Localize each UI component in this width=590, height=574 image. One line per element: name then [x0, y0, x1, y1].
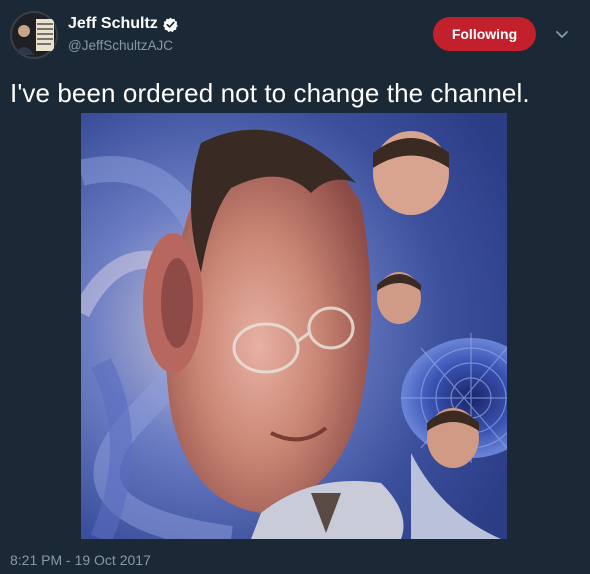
verified-badge-icon — [162, 17, 178, 32]
user-handle[interactable]: @JeffSchultzAJC — [68, 37, 173, 55]
tweet-timestamp[interactable]: 8:21 PM - 19 Oct 2017 — [10, 551, 151, 569]
following-button[interactable]: Following — [433, 17, 536, 51]
tweet-card: Jeff Schultz @JeffSchultzAJC Following I… — [0, 0, 590, 574]
avatar[interactable] — [10, 11, 58, 59]
tweet-image[interactable] — [81, 113, 507, 539]
display-name[interactable]: Jeff Schultz — [68, 14, 158, 34]
chevron-down-icon[interactable] — [553, 27, 571, 43]
tweet-text: I've been ordered not to change the chan… — [10, 78, 530, 108]
tweet-image-art — [81, 113, 507, 539]
name-row: Jeff Schultz — [68, 14, 178, 34]
